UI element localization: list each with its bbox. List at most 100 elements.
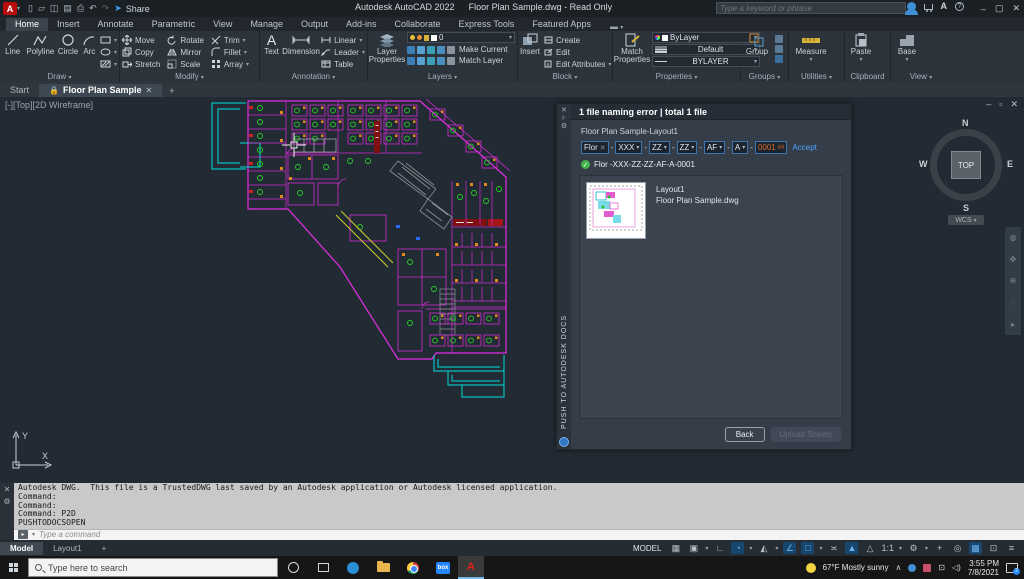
customize-plus-icon[interactable]: + — [933, 542, 946, 554]
viewcube-top-face[interactable]: TOP — [951, 151, 981, 179]
base-button[interactable]: Base ▾ — [893, 32, 921, 63]
tab-annotate[interactable]: Annotate — [89, 18, 143, 31]
display-icon[interactable]: ⊡ — [938, 563, 945, 572]
taskbar-search[interactable]: Type here to search — [28, 558, 278, 577]
drawing-minimize-button[interactable]: – — [986, 99, 991, 110]
block-edit-button[interactable]: Edit — [543, 46, 611, 58]
panel-title-layers[interactable]: Layers ▾ — [370, 72, 515, 82]
viewcube-west[interactable]: W — [919, 159, 928, 169]
trim-button[interactable]: Trim▾ — [211, 34, 249, 46]
tab-collaborate[interactable]: Collaborate — [386, 18, 450, 31]
pan-icon[interactable]: ✥ — [1010, 255, 1017, 264]
panel-title-block[interactable]: Block ▾ — [520, 72, 610, 82]
weather-label[interactable]: 67°F Mostly sunny — [823, 563, 889, 572]
start-button[interactable] — [0, 556, 28, 579]
autocad-taskbar-button[interactable]: A — [458, 556, 484, 579]
saveas-icon[interactable]: ▤ — [63, 3, 72, 14]
group-edit-icon[interactable] — [775, 45, 783, 53]
rotate-button[interactable]: Rotate — [167, 34, 204, 46]
file-explorer-button[interactable] — [368, 556, 398, 579]
full-nav-wheel-icon[interactable]: ◍ — [1010, 233, 1017, 242]
stretch-button[interactable]: Stretch — [122, 58, 160, 70]
workspace-gear-icon[interactable]: ⚙ — [907, 542, 920, 554]
sheet-thumbnail[interactable] — [586, 182, 646, 239]
autodesk-app-icon[interactable]: A — [941, 1, 948, 11]
help-icon[interactable]: ? — [955, 2, 964, 11]
snap-toggle-icon[interactable]: ▣ — [687, 542, 700, 554]
file-tab-start[interactable]: Start — [0, 84, 39, 97]
lineweight-toggle-icon[interactable]: ≍ — [827, 542, 840, 554]
naming-field-type[interactable]: AF▾ — [704, 141, 725, 154]
panel-title-groups[interactable]: Groups ▾ — [743, 72, 786, 82]
model-space-label[interactable]: MODEL — [633, 544, 661, 553]
viewcube-north[interactable]: N — [962, 118, 969, 128]
autocad-logo-icon[interactable]: A — [3, 2, 17, 15]
panel-close-icon[interactable]: ✕ — [561, 106, 567, 114]
share-icon[interactable]: ➤ — [114, 3, 122, 14]
drawing-close-button[interactable]: ✕ — [1010, 99, 1018, 110]
cortana-button[interactable] — [278, 556, 308, 579]
dimension-button[interactable]: Dimension — [284, 32, 318, 56]
add-layout-button[interactable]: + — [92, 542, 117, 555]
insert-button[interactable]: Insert — [520, 32, 540, 56]
grid-toggle-icon[interactable]: ▦ — [669, 542, 682, 554]
annotation-scale-button[interactable]: 1:1 — [881, 542, 894, 554]
action-center-icon[interactable] — [1006, 563, 1018, 573]
edge-button[interactable] — [338, 556, 368, 579]
array-button[interactable]: Array▾ — [211, 58, 249, 70]
panel-title-annotation[interactable]: Annotation ▾ — [262, 72, 365, 82]
undo-icon[interactable]: ↶ — [89, 3, 97, 14]
command-customize-icon[interactable]: ⚙ — [3, 497, 10, 506]
taskbar-clock[interactable]: 3:55 PM 7/8/2021 — [968, 559, 999, 577]
copy-button[interactable]: Copy — [122, 46, 160, 58]
tab-insert[interactable]: Insert — [48, 18, 89, 31]
share-label[interactable]: Share — [126, 4, 150, 14]
panel-title-utilities[interactable]: Utilities ▾ — [791, 72, 842, 82]
layer-lock-tool-icon[interactable] — [437, 46, 445, 54]
measure-button[interactable]: Measure ▾ — [791, 32, 831, 63]
store-cart-icon[interactable] — [924, 4, 933, 10]
ungroup-icon[interactable] — [775, 35, 783, 43]
naming-field-project[interactable]: Flor✕ — [581, 141, 609, 154]
group-button[interactable]: Group — [743, 32, 771, 56]
tab-featured-apps[interactable]: Featured Apps — [523, 18, 600, 31]
save-icon[interactable]: ◫ — [50, 3, 59, 14]
drawing-restore-button[interactable]: ▫ — [999, 99, 1002, 110]
command-close-icon[interactable]: ✕ — [4, 485, 11, 494]
panel-title-properties[interactable]: Properties ▾ — [615, 72, 738, 82]
panel-pin-icon[interactable]: ⊦ — [562, 114, 566, 122]
file-tab-floor-plan-sample[interactable]: 🔒 Floor Plan Sample ✕ — [39, 84, 162, 97]
viewcube[interactable]: N W E S TOP WCS▾ — [920, 119, 1012, 211]
ribbon-display-toggle-icon[interactable]: ▬ ▾ — [610, 22, 623, 31]
viewcube-south[interactable]: S — [963, 203, 969, 213]
new-drawing-tab-button[interactable]: + — [162, 85, 181, 97]
object-snap-tracking-icon[interactable]: ∠ — [783, 542, 796, 554]
wcs-menu[interactable]: WCS▾ — [948, 215, 984, 225]
layer-thaw-icon[interactable] — [427, 57, 435, 65]
help-search-input[interactable] — [716, 2, 906, 14]
isolate-objects-icon[interactable]: ◎ — [951, 542, 964, 554]
layer-match-icon[interactable] — [447, 57, 455, 65]
text-button[interactable]: A Text — [262, 32, 281, 56]
naming-field-role[interactable]: A▾ — [732, 141, 748, 154]
mirror-button[interactable]: Mirror — [167, 46, 204, 58]
accept-link[interactable]: Accept — [792, 143, 816, 152]
task-view-button[interactable] — [308, 556, 338, 579]
layout1-tab[interactable]: Layout1 — [43, 542, 91, 555]
minimize-button[interactable]: – — [981, 4, 986, 14]
open-icon[interactable]: ▱ — [38, 3, 45, 14]
customization-menu-icon[interactable]: ≡ — [1005, 542, 1018, 554]
model-tab[interactable]: Model — [0, 542, 43, 555]
box-button[interactable]: box — [428, 556, 458, 579]
match-layer-button[interactable]: Match Layer — [459, 56, 503, 65]
tab-express-tools[interactable]: Express Tools — [450, 18, 524, 31]
ortho-toggle-icon[interactable]: ∟ — [713, 542, 726, 554]
zoom-extents-icon[interactable]: ⊕ — [1010, 276, 1017, 285]
naming-field-originator[interactable]: XXX▾ — [615, 141, 642, 154]
paste-button[interactable]: Paste ▾ — [847, 32, 875, 63]
circle-button[interactable]: Circle — [57, 32, 78, 56]
graphics-performance-icon[interactable]: ▩ — [969, 542, 982, 554]
make-current-button[interactable]: Make Current — [459, 45, 507, 54]
file-tab-close-icon[interactable]: ✕ — [146, 86, 153, 95]
layer-unlock-icon[interactable] — [437, 57, 445, 65]
